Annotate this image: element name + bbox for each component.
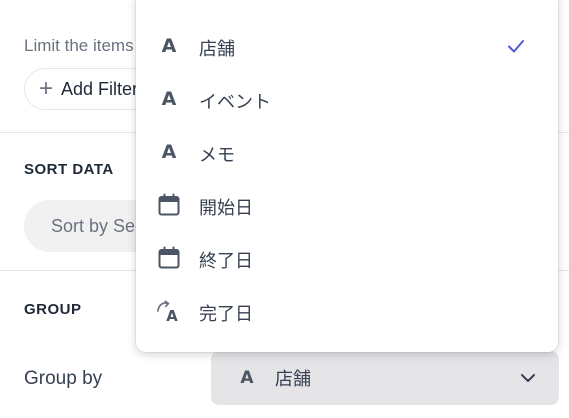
text-type-icon: A <box>240 368 254 388</box>
text-type-icon: A <box>161 35 177 57</box>
formula-text-icon: A <box>156 298 182 324</box>
plus-icon: + <box>39 75 54 102</box>
dropdown-item-label: イベント <box>199 92 271 113</box>
group-by-selected-value: 店舗 <box>275 369 311 390</box>
dropdown-item-completed-date[interactable]: A 完了日 <box>136 285 558 337</box>
dropdown-item-start-date[interactable]: 開始日 <box>136 179 558 231</box>
text-type-icon: A <box>161 141 177 163</box>
dropdown-item-label: メモ <box>199 145 235 166</box>
dropdown-item-label: 開始日 <box>199 198 253 219</box>
sort-by-placeholder: Sort by Sele <box>51 215 150 236</box>
group-by-label: Group by <box>24 368 103 389</box>
dropdown-item-store[interactable]: A 店舗 <box>136 20 558 72</box>
checkmark-icon <box>506 36 526 61</box>
dropdown-item-memo[interactable]: A メモ <box>136 126 558 178</box>
add-filter-label: Add Filter <box>61 78 139 99</box>
chevron-down-icon <box>519 369 537 392</box>
dropdown-item-event[interactable]: A イベント <box>136 73 558 125</box>
calendar-icon <box>156 192 182 218</box>
text-type-icon: A <box>161 88 177 110</box>
group-by-select[interactable]: A 店舗 <box>211 351 559 405</box>
filter-description: Limit the items <box>24 36 134 55</box>
svg-text:A: A <box>166 307 178 324</box>
group-field-dropdown: A 店舗 A イベント A メモ 開始日 終了日 A 完了日 <box>136 0 558 352</box>
dropdown-item-label: 完了日 <box>199 304 253 325</box>
dropdown-item-end-date[interactable]: 終了日 <box>136 232 558 284</box>
calendar-icon <box>156 245 182 271</box>
dropdown-item-label: 終了日 <box>199 251 253 272</box>
group-section-title: GROUP <box>24 301 82 318</box>
dropdown-item-label: 店舗 <box>199 39 235 60</box>
sort-section-title: SORT DATA <box>24 161 114 178</box>
